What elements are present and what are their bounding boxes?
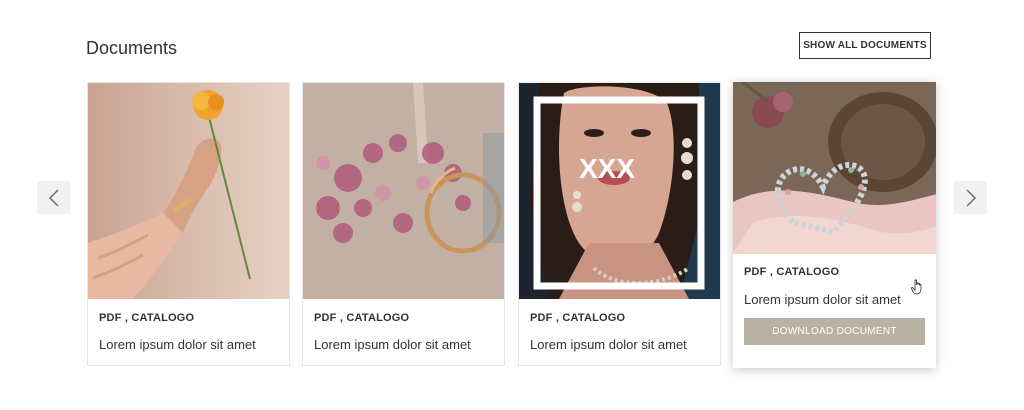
section-title: Documents xyxy=(86,38,178,58)
image-overlay-text: XXX xyxy=(579,153,635,184)
document-description: Lorem ipsum dolor sit amet xyxy=(530,337,687,352)
document-meta: PDF , CATALOGO xyxy=(530,312,626,324)
document-description: Lorem ipsum dolor sit amet xyxy=(99,337,256,352)
document-image xyxy=(303,83,504,299)
download-document-button[interactable]: DOWNLOAD DOCUMENT xyxy=(744,318,925,345)
document-image xyxy=(88,83,289,299)
document-card[interactable]: PDF , CATALOGO Lorem ipsum dolor sit ame… xyxy=(302,82,505,366)
chevron-left-icon xyxy=(48,189,58,206)
document-description: Lorem ipsum dolor sit amet xyxy=(744,292,901,307)
document-meta: PDF , CATALOGO xyxy=(314,312,410,324)
document-card-hovered[interactable]: PDF , CATALOGO Lorem ipsum dolor sit ame… xyxy=(733,82,936,368)
chevron-right-icon xyxy=(966,189,976,206)
document-image: XXX xyxy=(519,83,720,299)
hand-cursor-icon xyxy=(911,279,922,295)
document-description: Lorem ipsum dolor sit amet xyxy=(314,337,471,352)
document-card[interactable]: PDF , CATALOGO Lorem ipsum dolor sit ame… xyxy=(87,82,290,366)
document-image xyxy=(733,82,936,254)
document-meta: PDF , CATALOGO xyxy=(99,312,195,324)
carousel-prev-button[interactable] xyxy=(37,181,70,214)
carousel-next-button[interactable] xyxy=(954,181,987,214)
document-card[interactable]: XXX PDF , CATALOGO Lorem ipsum dolor sit… xyxy=(518,82,721,366)
show-all-documents-button[interactable]: SHOW ALL DOCUMENTS xyxy=(799,32,931,59)
document-meta: PDF , CATALOGO xyxy=(744,266,840,278)
